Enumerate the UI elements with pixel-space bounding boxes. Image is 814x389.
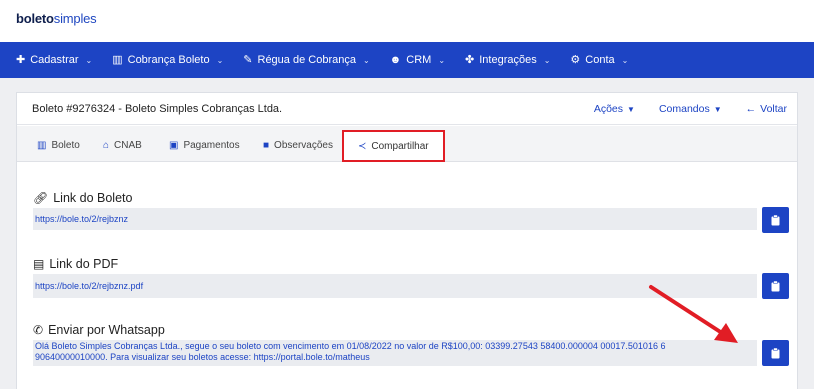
whatsapp-icon: ✆: [33, 323, 44, 337]
clipboard-icon: [771, 280, 780, 291]
chevron-down-icon: ⌄: [621, 55, 629, 65]
tab-boleto[interactable]: ▥ Boleto: [37, 134, 80, 156]
boleto-card: Boleto #9276324 - Boleto Simples Cobranç…: [16, 92, 798, 389]
copy-link-pdf-button[interactable]: [762, 273, 789, 299]
arrow-left-icon: ←: [745, 103, 757, 115]
section-title-whatsapp: ✆ Enviar por Whatsapp: [33, 323, 165, 337]
actions-dropdown[interactable]: Ações ▼: [594, 103, 635, 115]
puzzle-icon: ✤: [465, 53, 475, 66]
bullhorn-icon: ✎: [243, 53, 253, 66]
tab-pagamentos[interactable]: ▣ Pagamentos: [169, 134, 240, 156]
nav-cobranca-boleto[interactable]: ▥ Cobrança Boleto ⌄: [112, 54, 223, 66]
chevron-down-icon: ⌄: [216, 55, 224, 65]
copy-link-boleto-button[interactable]: [762, 207, 789, 233]
link-boleto-field[interactable]: https://bole.to/2/rejbznz: [33, 208, 757, 230]
section-title-link-pdf: ▤ Link do PDF: [33, 257, 119, 271]
card-title: Boleto #9276324 - Boleto Simples Cobranç…: [32, 103, 283, 115]
nav-integracoes[interactable]: ✤ Integrações ⌄: [465, 54, 550, 66]
commands-dropdown[interactable]: Comandos ▼: [659, 103, 722, 115]
barcode-icon: ▥: [37, 139, 47, 151]
nav-conta[interactable]: ⚙ Conta ⌄: [570, 54, 628, 66]
clipboard-icon: [771, 347, 780, 358]
clipboard-icon: [771, 214, 780, 225]
section-title-link-boleto: 🔗︎ Link do Boleto: [33, 191, 133, 205]
nav-cadastrar[interactable]: ✚ Cadastrar ⌄: [16, 54, 92, 66]
card-header: Boleto #9276324 - Boleto Simples Cobranç…: [17, 93, 797, 125]
plus-icon: ✚: [16, 53, 26, 66]
link-pdf-field[interactable]: https://bole.to/2/rejbznz.pdf: [33, 274, 757, 298]
link-icon: 🔗︎: [33, 191, 49, 205]
chevron-down-icon: ⌄: [438, 55, 446, 65]
chevron-down-icon: ▼: [713, 104, 722, 114]
chevron-down-icon: ⌄: [362, 55, 370, 65]
chevron-down-icon: ⌄: [543, 55, 551, 65]
brand-logo[interactable]: boletosimples: [16, 11, 97, 26]
bank-icon: ⌂: [103, 139, 110, 151]
back-link[interactable]: ← Voltar: [746, 103, 787, 115]
tab-compartilhar[interactable]: ≺ Compartilhar: [342, 130, 445, 162]
users-icon: ☻: [389, 53, 402, 66]
tab-observacoes[interactable]: ■ Observações: [263, 134, 333, 156]
pdf-icon: ▤: [33, 257, 45, 271]
nav-regua-cobranca[interactable]: ✎ Régua de Cobrança ⌄: [243, 54, 369, 66]
whatsapp-message-field[interactable]: Olá Boleto Simples Cobranças Ltda., segu…: [33, 340, 757, 366]
copy-whatsapp-button[interactable]: [762, 340, 789, 366]
barcode-icon: ▥: [112, 53, 123, 66]
main-navbar: ✚ Cadastrar ⌄ ▥ Cobrança Boleto ⌄ ✎ Régu…: [0, 42, 814, 78]
tab-bar: ▥ Boleto ⌂ CNAB ▣ Pagamentos ■ Observaçõ…: [17, 126, 797, 162]
tab-cnab[interactable]: ⌂ CNAB: [103, 134, 142, 156]
note-icon: ■: [263, 139, 270, 151]
share-icon: ≺: [358, 140, 367, 152]
chevron-down-icon: ▼: [627, 104, 635, 114]
header-actions: Ações ▼ Comandos ▼ ← Voltar: [570, 103, 787, 115]
top-bar: boletosimples: [0, 0, 814, 42]
nav-crm[interactable]: ☻ CRM ⌄: [390, 54, 445, 66]
chevron-down-icon: ⌄: [85, 55, 93, 65]
money-icon: ▣: [169, 139, 179, 151]
gears-icon: ⚙: [570, 53, 581, 66]
